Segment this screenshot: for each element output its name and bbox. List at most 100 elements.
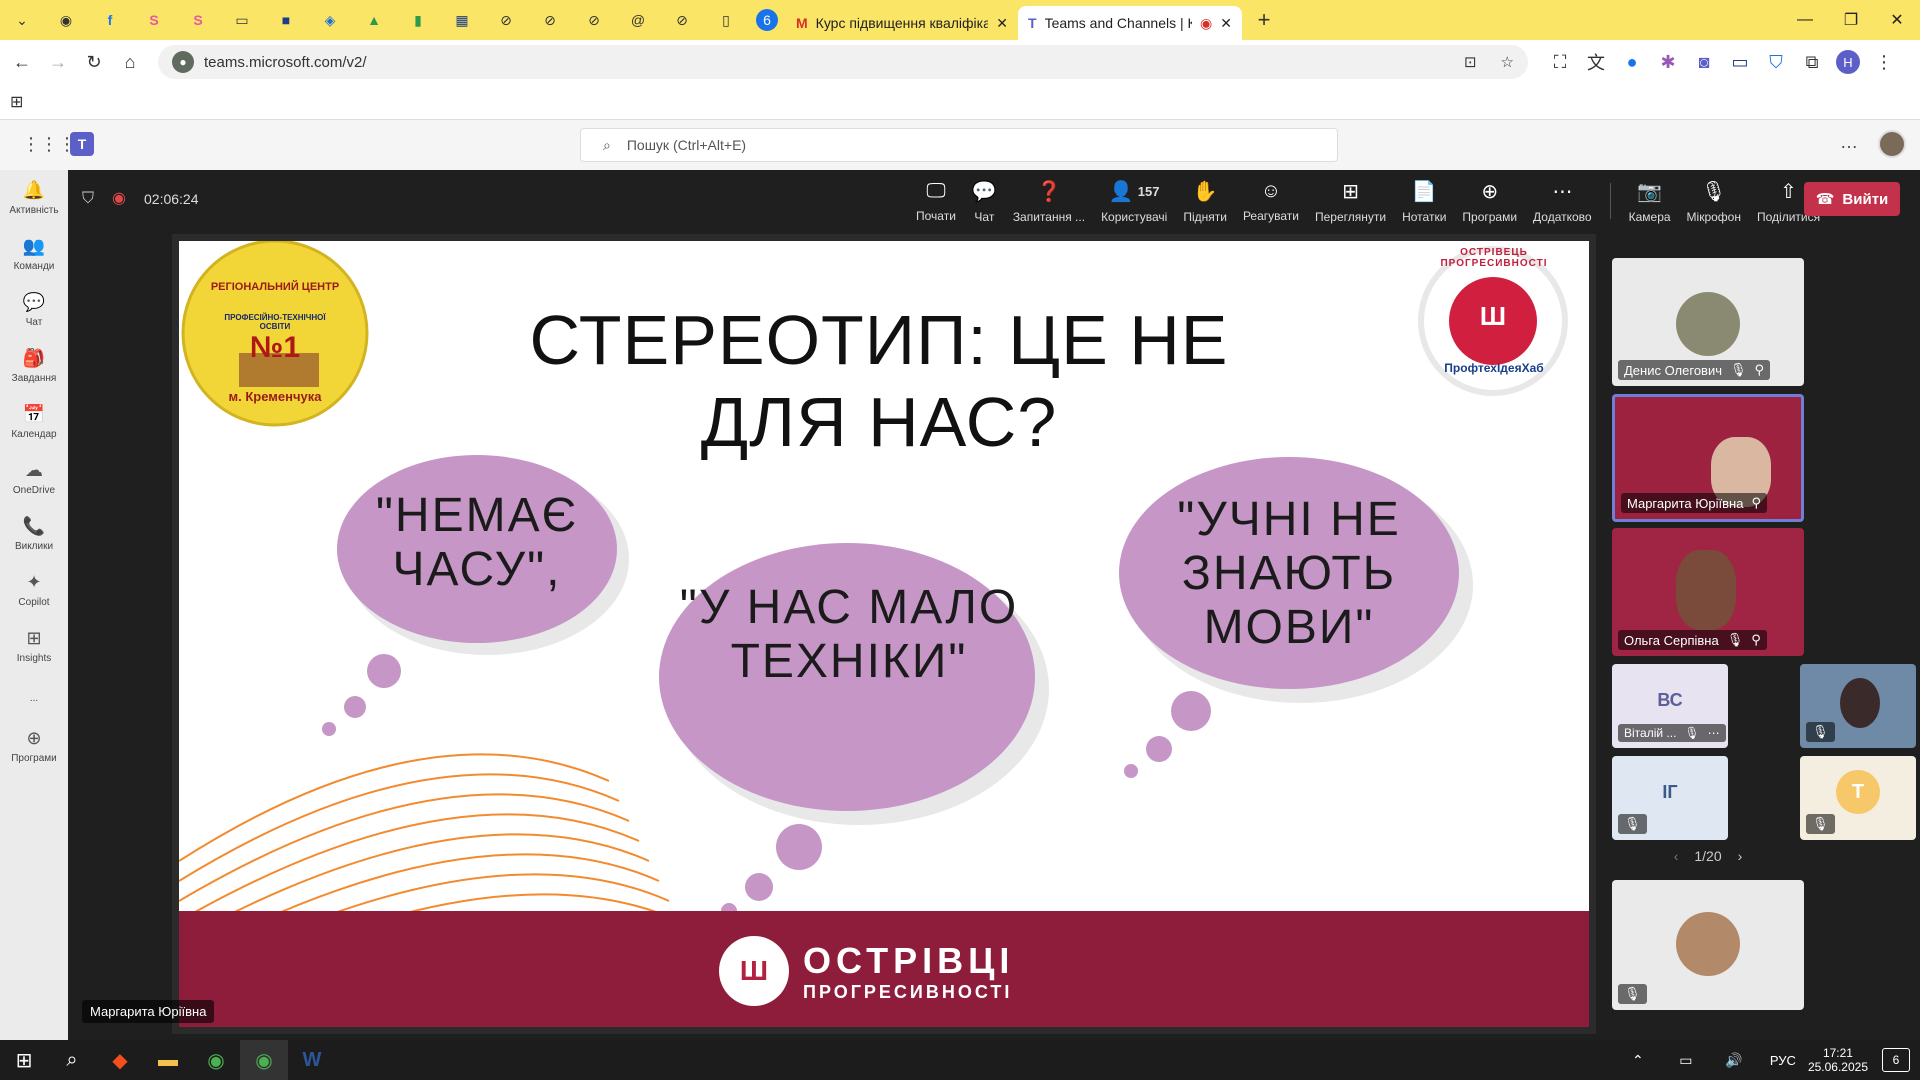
participant-tile[interactable]: ІГ 🎙 [1612,756,1728,840]
tab-course[interactable]: M Курс підвищення кваліфікаці ✕ [786,6,1018,40]
rail-item-7[interactable]: ✦ Copilot [0,562,68,618]
pager-next-icon[interactable]: › [1738,848,1743,864]
favicon-icon[interactable]: ◉ [52,6,80,34]
s-app-icon[interactable]: S [140,6,168,34]
participant-tile[interactable]: Маргарита Юріївна ⚲ [1612,394,1804,522]
reload-icon[interactable]: ↻ [76,44,112,80]
participant-tile[interactable]: Ольга Серпівна 🎙 ⚲ [1612,528,1804,656]
shield-ext-icon[interactable]: ⛉ [1758,44,1794,80]
language-indicator[interactable]: РУС [1770,1053,1796,1068]
restore-button[interactable]: ❐ [1828,0,1874,40]
toolbar-button-0[interactable]: 🖵 Почати [908,170,964,232]
teams-logo-icon[interactable]: T [70,132,94,156]
chart-app-icon[interactable]: ▮ [404,6,432,34]
globe-icon[interactable]: ⊘ [536,6,564,34]
translate-icon[interactable]: 文 [1578,44,1614,80]
pager-prev-icon[interactable]: ‹ [1674,848,1679,864]
install-icon[interactable]: ⊡ [1464,53,1477,71]
toolbar-button-10[interactable]: 📷 Камера [1621,170,1679,232]
profile-avatar[interactable]: Н [1830,44,1866,80]
toolbar-button-4[interactable]: ✋ Підняти [1175,170,1235,232]
back-icon[interactable]: ← [4,44,40,80]
rail-item-10[interactable]: ⊕ Програми [0,718,68,774]
at-icon[interactable]: @ [624,6,652,34]
rail-item-2[interactable]: 💬 Чат [0,282,68,338]
ext-blue-icon[interactable]: ● [1614,44,1650,80]
participant-tile[interactable]: Т 🎙 [1800,756,1916,840]
tab-close-icon[interactable]: ✕ [996,15,1008,32]
six-app-icon[interactable]: 6 [756,9,778,31]
clipboard-icon[interactable]: ▯ [712,6,740,34]
facebook-icon[interactable]: f [96,6,124,34]
notifications-icon[interactable]: 6 [1882,1048,1910,1072]
toolbar-button-3[interactable]: 👤 157 Користувачі [1093,170,1175,232]
tab-teams[interactable]: T Teams and Channels | Курс ◉ ✕ [1018,6,1242,40]
bookmark-icon[interactable]: ▭ [228,6,256,34]
new-tab-button[interactable]: + [1250,6,1278,34]
globe-icon[interactable]: ⊘ [580,6,608,34]
ext-monitor-icon[interactable]: ▭ [1722,44,1758,80]
leave-button[interactable]: ☎ Вийти [1804,182,1900,216]
toolbar-button-9[interactable]: ⋯ Додатково [1525,170,1600,232]
rail-item-0[interactable]: 🔔 Активність [0,170,68,226]
network-icon[interactable]: ▭ [1662,1040,1710,1080]
ext-purple-icon[interactable]: ✱ [1650,44,1686,80]
toolbar-button-8[interactable]: ⊕ Програми [1454,170,1525,232]
chrome-icon[interactable]: ◉ [192,1040,240,1080]
clock[interactable]: 17:21 25.06.2025 [1808,1046,1868,1074]
toolbar-button-5[interactable]: ☺ Реагувати [1235,170,1307,232]
waffle-icon[interactable]: ⋮⋮⋮ [22,134,76,155]
app-icon[interactable]: ◈ [316,6,344,34]
tab-close-icon[interactable]: ✕ [1220,15,1232,32]
file-explorer-icon[interactable]: ▬ [144,1040,192,1080]
calendar-app-icon[interactable]: ▦ [448,6,476,34]
tab-search-chevron-icon[interactable]: ⌄ [8,6,36,34]
toolbar-button-1[interactable]: 💬 Чат [964,170,1005,232]
minimize-button[interactable]: — [1782,0,1828,40]
rail-item-4[interactable]: 📅 Календар [0,394,68,450]
rail-item-6[interactable]: 📞 Виклики [0,506,68,562]
globe-icon[interactable]: ⊘ [492,6,520,34]
s-app-icon[interactable]: S [184,6,212,34]
more-options-icon[interactable]: … [1840,132,1858,153]
home-icon[interactable]: ⌂ [112,44,148,80]
participant-tile[interactable]: Денис Олегович 🎙 ⚲ [1612,258,1804,386]
user-avatar[interactable] [1878,130,1906,158]
leave-label: Вийти [1842,190,1889,208]
close-window-button[interactable]: ✕ [1874,0,1920,40]
mic-site-icon[interactable]: ● [172,51,194,73]
toolbar-button-2[interactable]: ❓ Запитання ... [1005,170,1093,232]
globe-icon[interactable]: ⊘ [668,6,696,34]
ext-indigo-icon[interactable]: ◙ [1686,44,1722,80]
star-icon[interactable]: ☆ [1501,53,1514,71]
toolbar-button-11[interactable]: 🎙 Мікрофон [1679,170,1749,232]
participant-tile[interactable]: 🎙 [1800,664,1916,748]
url-field[interactable]: ● teams.microsoft.com/v2/ ⊡ ☆ [158,45,1528,79]
apps-grid-icon[interactable]: ⊞ [10,92,23,112]
search-input[interactable]: ⌕ Пошук (Ctrl+Alt+E) [580,128,1338,162]
ext-icon[interactable]: ⛶ [1542,44,1578,80]
participant-tile[interactable]: 🎙 [1612,880,1804,1010]
toolbar-button-7[interactable]: 📄 Нотатки [1394,170,1454,232]
extensions-icon[interactable]: ⧉ [1794,44,1830,80]
chart-app-icon[interactable]: ▲ [360,6,388,34]
rail-item-8[interactable]: ⊞ Insights [0,618,68,674]
more-icon[interactable]: ⋯ [1708,726,1720,740]
browser-menu-icon[interactable]: ⋮ [1866,44,1902,80]
folder-icon[interactable]: ■ [272,6,300,34]
bookmarks-bar: ⊞ [0,84,1920,120]
word-icon[interactable]: W [288,1040,336,1080]
tray-chevron-icon[interactable]: ⌃ [1614,1040,1662,1080]
forward-icon[interactable]: → [40,44,76,80]
volume-icon[interactable]: 🔊 [1710,1040,1758,1080]
rail-item-5[interactable]: ☁ OneDrive [0,450,68,506]
windows-start-icon[interactable]: ⊞ [0,1040,48,1080]
rail-item-1[interactable]: 👥 Команди [0,226,68,282]
toolbar-button-6[interactable]: ⊞ Переглянути [1307,170,1394,232]
search-icon[interactable]: ⌕ [48,1040,96,1080]
rail-item-9[interactable]: ... [0,674,68,718]
participant-tile[interactable]: ВС Віталій ... 🎙 ⋯ [1612,664,1728,748]
rail-item-3[interactable]: 🎒 Завдання [0,338,68,394]
chrome-active-icon[interactable]: ◉ [240,1040,288,1080]
figma-icon[interactable]: ◆ [96,1040,144,1080]
